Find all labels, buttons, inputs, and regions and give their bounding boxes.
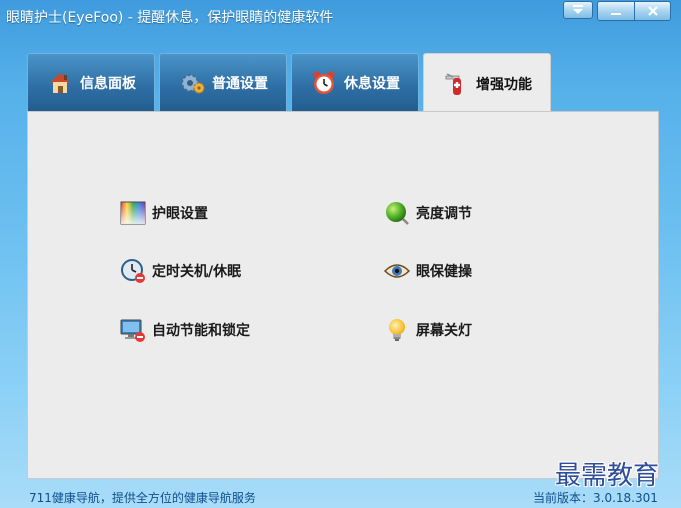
window-controls (563, 1, 671, 21)
color-palette-icon (120, 200, 146, 226)
light-bulb-icon (384, 317, 410, 343)
watermark: 最需教育 (555, 461, 660, 491)
home-icon (46, 69, 74, 97)
menu-dropdown-button[interactable] (563, 1, 593, 19)
tab-label: 休息设置 (344, 76, 400, 92)
eye-icon (384, 258, 410, 284)
gear-icon (178, 69, 206, 97)
swiss-knife-icon (442, 70, 470, 98)
tab-label: 增强功能 (476, 76, 532, 93)
timed-shutdown-item[interactable]: 定时关机/休眠 (120, 258, 241, 284)
tab-enhanced-features[interactable]: 增强功能 (423, 53, 551, 113)
eye-exercise-item[interactable]: 眼保健操 (384, 258, 472, 284)
tab-label: 普通设置 (212, 76, 268, 92)
eye-protection-settings-item[interactable]: 护眼设置 (120, 200, 208, 226)
monitor-lock-icon (120, 317, 146, 343)
alarm-clock-icon (310, 69, 338, 97)
screen-off-item[interactable]: 屏幕关灯 (384, 317, 472, 343)
feature-label: 自动节能和锁定 (152, 323, 250, 339)
feature-label: 眼保健操 (416, 264, 472, 280)
health-nav-link[interactable]: 711健康导航，提供全方位的健康导航服务 (29, 489, 256, 506)
brightness-adjust-item[interactable]: 亮度调节 (384, 200, 472, 226)
window-title: 眼睛护士(EyeFoo) - 提醒休息，保护眼睛的健康软件 (6, 10, 334, 26)
menu-dropdown-icon (571, 4, 585, 16)
close-button[interactable] (634, 2, 670, 20)
feature-label: 护眼设置 (152, 206, 208, 222)
tab-rest-settings[interactable]: 休息设置 (291, 53, 419, 112)
feature-label: 亮度调节 (416, 206, 472, 222)
title-bar: 眼睛护士(EyeFoo) - 提醒休息，保护眼睛的健康软件 (0, 0, 681, 32)
timer-shutdown-icon (120, 258, 146, 284)
close-icon (647, 5, 659, 17)
enhanced-features-panel: 护眼设置 定时关机/休眠 自动节能和锁定 亮度调节 眼保健操 屏幕关灯 (27, 111, 659, 479)
brightness-orb-icon (384, 200, 410, 226)
minimize-button[interactable] (598, 2, 634, 20)
feature-label: 屏幕关灯 (416, 323, 472, 339)
tab-label: 信息面板 (80, 76, 136, 92)
minimize-icon (610, 5, 622, 17)
tab-general-settings[interactable]: 普通设置 (159, 53, 287, 112)
min-close-group (597, 1, 671, 21)
tab-info-panel[interactable]: 信息面板 (27, 53, 155, 112)
auto-power-save-lock-item[interactable]: 自动节能和锁定 (120, 317, 250, 343)
feature-label: 定时关机/休眠 (152, 264, 242, 280)
